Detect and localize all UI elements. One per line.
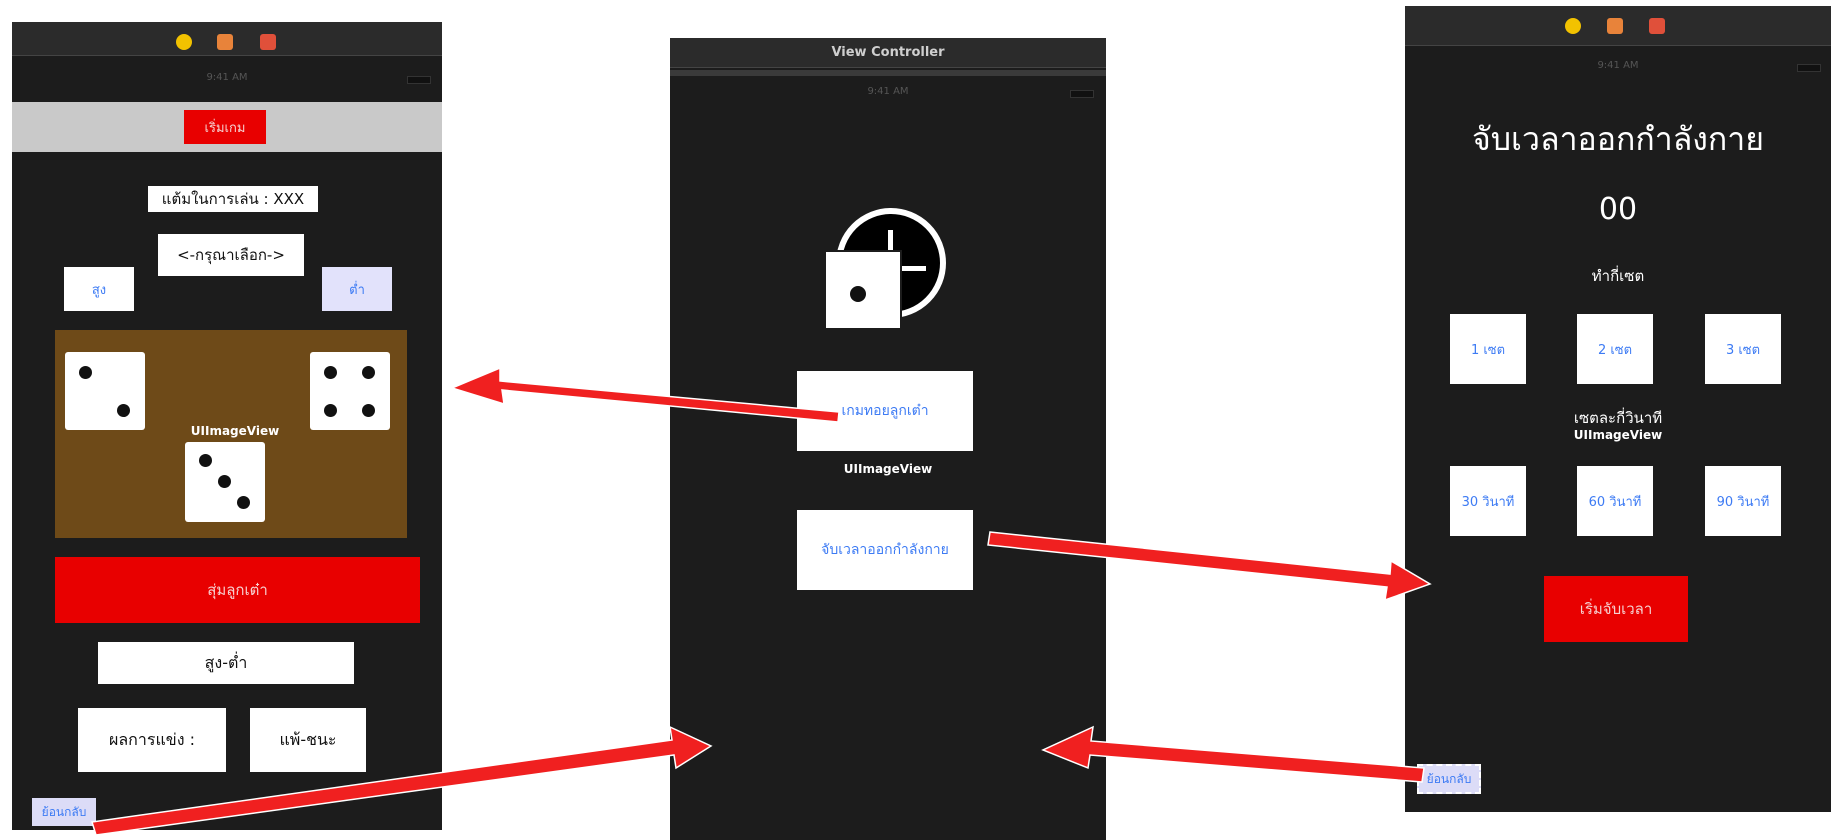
high-button[interactable]: สูง (64, 267, 134, 311)
scene-dock (12, 22, 442, 56)
scene-divider (670, 70, 1106, 76)
sets-label: ทำกี่เซต (1591, 267, 1645, 285)
exit-icon[interactable] (1649, 18, 1665, 34)
image-view-label: UIImageView (843, 462, 933, 476)
dice-two (310, 352, 390, 430)
result-label: ผลการแข่ง : (78, 708, 226, 772)
set-option-3[interactable]: 3 เซต (1705, 314, 1781, 384)
exercise-timer-button[interactable]: จับเวลาออกกำลังกาย (797, 510, 973, 590)
dice-one (65, 352, 145, 430)
dice-three (185, 442, 265, 522)
exit-icon[interactable] (260, 34, 276, 50)
timer-scene: 9:41 AM จับเวลาออกกำลังกาย 00 ทำกี่เซต 1… (1405, 6, 1831, 812)
win-lose-label: แพ้-ชนะ (250, 708, 366, 772)
roll-dice-button[interactable]: สุ่มลูกเต๋า (55, 557, 420, 623)
app-icon-yellow[interactable] (176, 34, 192, 50)
cube-icon[interactable] (1607, 18, 1623, 34)
battery-icon (1070, 90, 1094, 98)
back-button[interactable]: ย้อนกลับ (32, 798, 96, 826)
app-icon-yellow[interactable] (1565, 18, 1581, 34)
battery-icon (1797, 64, 1821, 72)
timer-title: จับเวลาออกกำลังกาย (1471, 120, 1765, 158)
scene-title: View Controller (831, 45, 945, 60)
status-bar: 9:41 AM (867, 86, 909, 97)
high-low-label: สูง-ต่ำ (98, 642, 354, 684)
set-option-2[interactable]: 2 เซต (1577, 314, 1653, 384)
set-option-1[interactable]: 1 เซต (1450, 314, 1526, 384)
status-bar: 9:41 AM (206, 72, 248, 83)
scene-dock (1405, 6, 1831, 46)
seconds-option-60[interactable]: 60 วินาที (1577, 466, 1653, 536)
start-timer-button[interactable]: เริ่มจับเวลา (1544, 576, 1688, 642)
picker-label: <-กรุณาเลือก-> (158, 234, 304, 276)
timer-counter: 00 (1598, 192, 1638, 227)
seconds-option-30[interactable]: 30 วินาที (1450, 466, 1526, 536)
scene-title-bar: View Controller (670, 38, 1106, 68)
seconds-option-90[interactable]: 90 วินาที (1705, 466, 1781, 536)
main-scene: View Controller 9:41 AM เกมทอยลูกเต๋า UI… (670, 38, 1106, 840)
dice-panel: UIImageView (55, 330, 407, 538)
seconds-label: เซตละกี่วินาที (1573, 409, 1663, 427)
start-game-button[interactable]: เริ่มเกม (184, 110, 266, 144)
status-bar: 9:41 AM (1597, 60, 1639, 71)
image-view-label: UIImageView (190, 424, 280, 438)
dice-game-button[interactable]: เกมทอยลูกเต๋า (797, 371, 973, 451)
low-button[interactable]: ต่ำ (322, 267, 392, 311)
cube-icon[interactable] (217, 34, 233, 50)
image-view-label: UIImageView (1573, 428, 1663, 442)
battery-icon (407, 76, 431, 84)
dumbbell-icon (824, 250, 902, 330)
score-label: แต้มในการเล่น : XXX (148, 186, 318, 212)
back-button[interactable]: ย้อนกลับ (1417, 764, 1481, 794)
dice-game-scene: 9:41 AM เริ่มเกม แต้มในการเล่น : XXX <-ก… (12, 22, 442, 830)
